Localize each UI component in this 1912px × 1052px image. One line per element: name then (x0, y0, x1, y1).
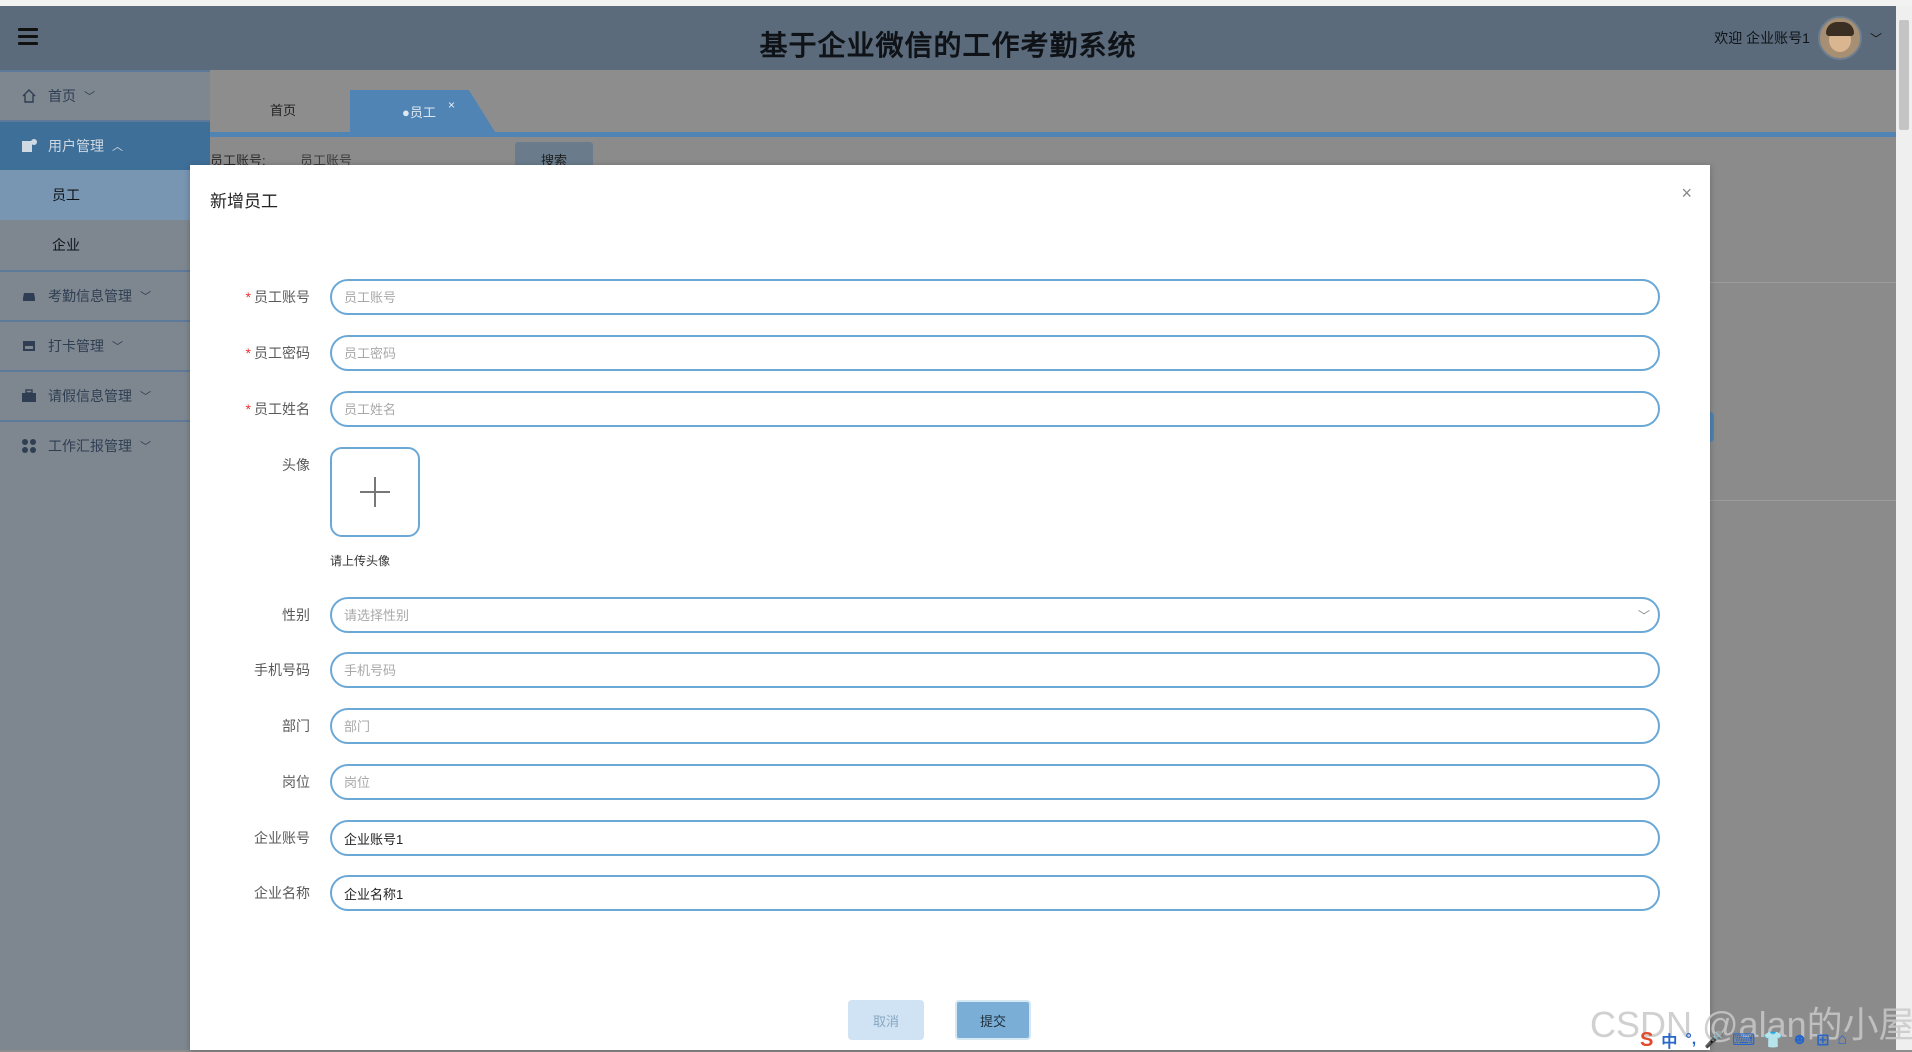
upload-hint: 请上传头像 (330, 554, 391, 568)
add-employee-dialog: 新增员工 × *员工账号 *员工密码 *员工姓名 头像 请上传头像 性别 ﹀ 手… (190, 165, 1710, 1050)
form-row-name: * 员工姓名 (190, 391, 1710, 427)
close-icon[interactable]: × (448, 98, 455, 112)
grid-icon (22, 439, 36, 453)
department-input[interactable] (330, 708, 1660, 744)
company-account-input[interactable] (330, 820, 1660, 856)
welcome-text: 欢迎 企业账号1 (1714, 30, 1810, 46)
sidebar-item-label: 考勤信息管理 (48, 288, 132, 304)
required-mark: * (245, 401, 251, 417)
sidebar: 首页 ﹀ 用户管理 ︿ 员工 企业 考勤信息管理 ﹀ 打卡管理 ﹀ 请假信息管理… (0, 70, 210, 1050)
sidebar-item-user-management[interactable]: 用户管理 ︿ (0, 120, 210, 170)
form-row-password: * 员工密码 (190, 335, 1710, 371)
tab-bar: 首页 ●员工 × (210, 70, 1896, 132)
position-input[interactable] (330, 764, 1660, 800)
punctuation-icon[interactable]: °, (1685, 1031, 1696, 1049)
chevron-down-icon[interactable]: ﹀ (1638, 607, 1650, 624)
sidebar-item-label: 打卡管理 (48, 338, 104, 354)
field-label: * 员工密码 (245, 345, 310, 361)
sidebar-item-label: 用户管理 (48, 138, 104, 154)
required-mark: * (245, 345, 251, 361)
cancel-button[interactable]: 取消 (848, 1000, 924, 1040)
ime-mode-icon[interactable]: 中 (1661, 1028, 1677, 1052)
sidebar-item-label: 工作汇报管理 (48, 438, 132, 454)
required-mark: * (245, 289, 251, 305)
field-label: 岗位 (282, 774, 310, 790)
store-icon (23, 341, 35, 351)
form-row-company-name: 企业名称 (190, 875, 1710, 911)
chevron-down-icon: ﹀ (112, 341, 123, 353)
company-name-input[interactable] (330, 875, 1660, 911)
field-label: * 员工姓名 (245, 401, 310, 417)
chevron-down-icon: ﹀ (140, 391, 151, 403)
emoji-icon[interactable]: ☻ (1791, 1031, 1808, 1049)
phone-input[interactable] (330, 652, 1660, 688)
chevron-down-icon: ﹀ (140, 291, 151, 303)
gender-select[interactable] (330, 597, 1660, 633)
sidebar-item-label: 请假信息管理 (48, 388, 132, 404)
chevron-down-icon: ﹀ (84, 91, 95, 103)
tab-home[interactable]: 首页 (270, 100, 296, 119)
sidebar-item-leave[interactable]: 请假信息管理 ﹀ (0, 370, 210, 420)
close-icon[interactable]: × (1681, 183, 1692, 204)
form-row-phone: 手机号码 (190, 652, 1710, 688)
chevron-up-icon: ︿ (112, 141, 123, 153)
app-header: 基于企业微信的工作考勤系统 欢迎 企业账号1 ﹀ (0, 6, 1896, 70)
microphone-icon[interactable]: 🎤 (1704, 1030, 1724, 1050)
chevron-down-icon[interactable]: ﹀ (1870, 30, 1882, 47)
employee-account-input[interactable] (330, 279, 1660, 315)
sidebar-item-report[interactable]: 工作汇报管理 ﹀ (0, 420, 210, 470)
form-row-gender: 性别 ﹀ (190, 597, 1710, 633)
form-row-company-account: 企业账号 (190, 820, 1710, 856)
scrollbar[interactable] (1896, 6, 1912, 1050)
tab-employee-label: ●员工 (402, 105, 436, 120)
submit-button[interactable]: 提交 (955, 1000, 1031, 1040)
home-icon (22, 89, 36, 103)
sidebar-item-label: 首页 (48, 88, 76, 104)
field-label: 性别 (282, 607, 310, 623)
app-title: 基于企业微信的工作考勤系统 (759, 30, 1137, 61)
form-row-department: 部门 (190, 708, 1710, 744)
home-icon[interactable]: ⌂ (1837, 1031, 1847, 1049)
sidebar-subitem-employee[interactable]: 员工 (0, 170, 210, 220)
keyboard-icon[interactable]: ⌨ (1732, 1030, 1755, 1050)
field-label: 部门 (282, 718, 310, 734)
sidebar-subitem-company[interactable]: 企业 (0, 220, 210, 270)
tab-underline (210, 132, 1896, 137)
field-label: * 员工账号 (245, 289, 310, 305)
user-icon (22, 139, 37, 152)
dialog-title: 新增员工 (210, 192, 278, 211)
sogou-icon[interactable]: S (1640, 1029, 1653, 1052)
avatar[interactable] (1817, 16, 1862, 60)
car-icon (23, 293, 35, 301)
sidebar-item-attendance[interactable]: 考勤信息管理 ﹀ (0, 270, 210, 320)
field-label: 手机号码 (254, 662, 310, 678)
bag-icon (22, 389, 36, 402)
form-row-position: 岗位 (190, 764, 1710, 800)
scrollbar-thumb[interactable] (1899, 20, 1909, 130)
sidebar-item-clockin[interactable]: 打卡管理 ﹀ (0, 320, 210, 370)
field-label: 企业名称 (254, 885, 310, 901)
toolbox-icon[interactable]: ⊞ (1816, 1030, 1829, 1050)
skin-icon[interactable]: 👕 (1763, 1030, 1783, 1050)
employee-name-input[interactable] (330, 391, 1660, 427)
employee-password-input[interactable] (330, 335, 1660, 371)
form-row-account: * 员工账号 (190, 279, 1710, 315)
ime-tray: S 中 °, 🎤 ⌨ 👕 ☻ ⊞ ⌂ (1640, 1028, 1847, 1052)
chevron-down-icon: ﹀ (140, 441, 151, 453)
avatar-label: 头像 (282, 457, 310, 473)
user-menu[interactable]: 欢迎 企业账号1 ﹀ (1714, 16, 1882, 60)
plus-icon (360, 477, 390, 507)
avatar-upload-button[interactable] (330, 447, 420, 537)
field-label: 企业账号 (254, 830, 310, 846)
sidebar-item-home[interactable]: 首页 ﹀ (0, 70, 210, 120)
